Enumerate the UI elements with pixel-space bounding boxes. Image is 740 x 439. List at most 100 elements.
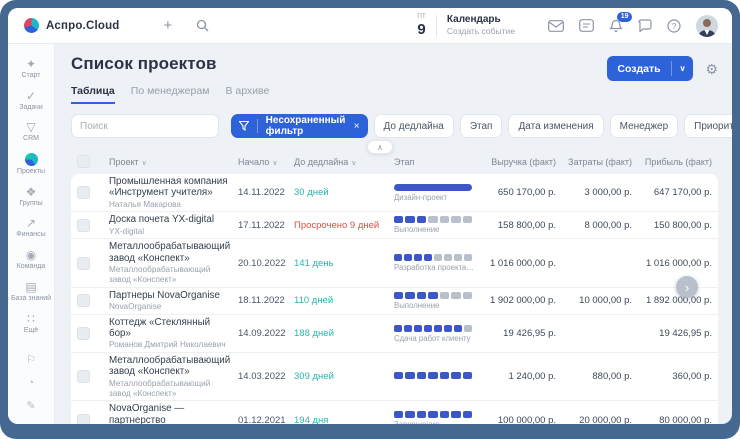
project-cell[interactable]: NovaOrganise — партнерство NovaOrganise [109,403,234,424]
start-date: 20.10.2022 [238,258,290,269]
profit-value: 1 016 000,00 р. [636,258,712,269]
user-avatar[interactable] [696,15,718,37]
sidebar-utility-icon[interactable]: ⚐ [26,355,36,366]
profit-value: 360,00 р. [636,371,712,382]
sort-caret-icon: ∨ [351,160,356,167]
stage-segment [417,372,426,379]
scroll-right-button[interactable]: › [676,276,698,298]
stage-segment [417,216,426,223]
chat-icon[interactable] [638,19,652,32]
row-checkbox[interactable] [77,219,90,232]
stage-segment [424,325,432,332]
project-subtitle: Романов Дмитрий Николаевич [109,340,234,350]
stage-segment [424,254,432,261]
view-tab[interactable]: Таблица [71,85,115,104]
project-cell[interactable]: Доска почета YX-digital YX-digital [109,214,234,236]
sidebar-utility-icon[interactable]: ◔ [28,378,35,389]
table-row[interactable]: Промышленная компания «Инструмент учител… [71,174,718,212]
filter-button[interactable]: Этап [460,114,503,138]
row-checkbox[interactable] [77,327,90,340]
filter-button[interactable]: Дата изменения [508,114,603,138]
project-cell[interactable]: Металлообрабатывающий завод «Конспект» М… [109,355,234,398]
sidebar-item[interactable]: ▽ CRM [8,117,54,148]
view-tab[interactable]: По менеджерам [131,85,210,104]
table-row[interactable]: Металлообрабатывающий завод «Конспект» М… [71,239,718,287]
table-row[interactable]: Партнеры NovaOrganise NovaOrganise 18.11… [71,288,718,315]
sidebar-item[interactable]: ◉ Команда [8,245,54,276]
stage-cell: Сдача работ клиенту [394,325,482,343]
project-subtitle: YX-digital [109,227,234,237]
search-input[interactable] [71,114,219,138]
calendar-date-widget[interactable]: ПТ 9 [417,14,426,37]
project-cell[interactable]: Промышленная компания «Инструмент учител… [109,176,234,209]
revenue-value: 650 170,00 р. [486,187,556,198]
filter-button[interactable]: Менеджер [610,114,679,138]
costs-value: 3 000,00 р. [560,187,632,198]
table-row[interactable]: Коттедж «Стеклянный бор» Романов Дмитрий… [71,315,718,353]
col-header-revenue[interactable]: Выручка (факт) [486,157,556,167]
global-search-icon[interactable] [196,19,209,32]
app-logo[interactable]: Аспро.Cloud [24,18,120,33]
filter-button[interactable]: До дедлайна [374,114,454,138]
stage-label: Сдача работ клиенту [394,334,476,343]
stage-segment [414,254,422,261]
row-checkbox[interactable] [77,370,90,383]
notes-icon[interactable] [579,19,594,32]
filter-button[interactable]: Приоритет [684,114,732,138]
project-cell[interactable]: Металлообрабатывающий завод «Конспект» М… [109,241,234,284]
row-checkbox[interactable] [77,294,90,307]
create-dropdown-caret[interactable]: ∨ [672,64,694,73]
stage-segment [451,292,460,299]
table-row[interactable]: NovaOrganise — партнерство NovaOrganise … [71,401,718,424]
row-checkbox[interactable] [77,186,90,199]
deadline-text: 188 дней [294,328,390,339]
stage-segment [440,372,449,379]
sidebar-item-icon: ◉ [26,249,36,261]
sidebar: ✦ Старт ✓ Задачи ▽ CRM ● [8,44,55,424]
stage-segment [405,411,414,418]
row-checkbox[interactable] [77,414,90,424]
view-tab[interactable]: В архиве [225,85,269,104]
sidebar-item-icon: ✓ [26,90,36,102]
stage-segment [464,325,472,332]
row-checkbox[interactable] [77,257,90,270]
quick-add-button[interactable]: + [164,18,173,33]
page-title: Список проектов [71,54,217,74]
stage-segment [444,325,452,332]
stage-label: Завершение [394,420,476,424]
sidebar-utility-icon[interactable]: ✎ [26,401,35,412]
sidebar-item[interactable]: ∷ Ещё [8,309,54,340]
help-icon[interactable]: ? [667,19,681,33]
costs-value: 8 000,00 р. [560,220,632,231]
table-row[interactable]: Доска почета YX-digital YX-digital 17.11… [71,212,718,239]
sidebar-item[interactable]: ↗ Финансы [8,213,54,244]
col-header-profit[interactable]: Прибыль (факт) [636,157,712,167]
sidebar-item-icon: ▤ [25,281,36,293]
mail-icon[interactable] [548,20,564,32]
stage-segment [394,325,402,332]
sidebar-item[interactable]: ✦ Старт [8,54,54,85]
stage-segment [394,411,403,418]
sidebar-item[interactable]: ✓ Задачи [8,86,54,117]
costs-value: 10 000,00 р. [560,295,632,306]
unsaved-filter-chip[interactable]: Несохраненный фильтр × [231,114,368,138]
col-header-start[interactable]: Начало∨ [238,157,290,167]
select-all-checkbox[interactable] [77,155,90,168]
col-header-project[interactable]: Проект∨ [109,157,234,167]
table-row[interactable]: Металлообрабатывающий завод «Конспект» М… [71,353,718,401]
sidebar-item[interactable]: ❖ Группы [8,182,54,213]
col-header-costs[interactable]: Затраты (факт) [560,157,632,167]
calendar-shortcut[interactable]: Календарь Создать событие [447,14,515,37]
bell-icon[interactable]: 19 [609,19,623,33]
create-button[interactable]: Создать ∨ [607,56,693,81]
collapse-table-pill[interactable]: ∧ [367,140,393,154]
col-header-deadline[interactable]: До дедлайна∨ [294,157,390,167]
col-header-stage[interactable]: Этап [394,157,482,167]
stage-segment [394,216,403,223]
sidebar-item[interactable]: ▤ База знаний [8,277,54,308]
filter-chip-close-icon[interactable]: × [352,121,368,132]
project-cell[interactable]: Коттедж «Стеклянный бор» Романов Дмитрий… [109,317,234,350]
project-cell[interactable]: Партнеры NovaOrganise NovaOrganise [109,290,234,312]
sidebar-item[interactable]: ● Проекты [8,149,54,181]
page-settings-gear-icon[interactable]: ⚙ [705,62,718,76]
